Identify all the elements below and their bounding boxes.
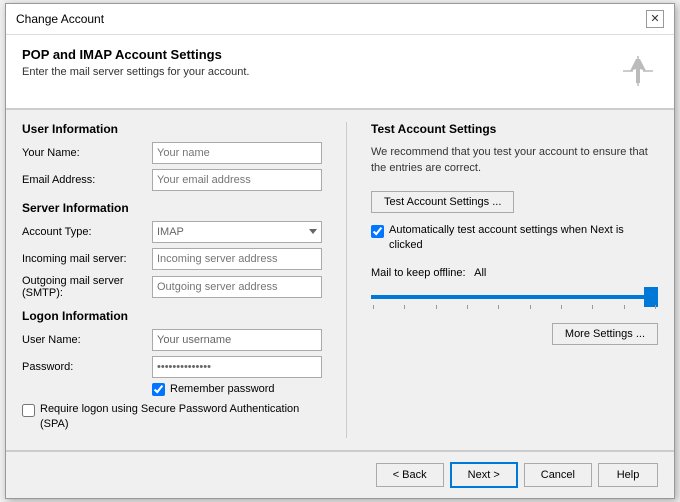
header-heading: POP and IMAP Account Settings	[22, 47, 249, 62]
tick-4	[467, 305, 468, 309]
next-button[interactable]: Next >	[450, 462, 518, 488]
header-section: POP and IMAP Account Settings Enter the …	[6, 35, 674, 109]
username-input[interactable]	[152, 329, 322, 351]
password-row: Password:	[22, 356, 322, 378]
slider-ticks	[371, 305, 658, 309]
tick-2	[404, 305, 405, 309]
slider-track	[371, 295, 658, 299]
remember-password-checkbox[interactable]	[152, 383, 165, 396]
right-panel: Test Account Settings We recommend that …	[371, 122, 658, 439]
user-info-title: User Information	[22, 122, 322, 136]
server-info-title: Server Information	[22, 201, 322, 215]
mail-offline-row: Mail to keep offline: All	[371, 267, 658, 279]
title-bar: Change Account ✕	[6, 4, 674, 35]
username-row: User Name:	[22, 329, 322, 351]
username-label: User Name:	[22, 334, 152, 346]
tick-10	[655, 305, 656, 309]
outgoing-server-label: Outgoing mail server (SMTP):	[22, 275, 152, 299]
tick-6	[530, 305, 531, 309]
close-button[interactable]: ✕	[646, 10, 664, 28]
logon-info-title: Logon Information	[22, 309, 322, 323]
account-type-row: Account Type: IMAP POP3	[22, 221, 322, 243]
remember-password-label: Remember password	[170, 383, 275, 395]
header-text: POP and IMAP Account Settings Enter the …	[22, 47, 249, 78]
test-desc: We recommend that you test your account …	[371, 144, 658, 177]
slider-thumb[interactable]	[644, 287, 658, 307]
footer: < Back Next > Cancel Help	[6, 451, 674, 498]
account-type-select[interactable]: IMAP POP3	[152, 221, 322, 243]
mail-offline-slider[interactable]	[371, 285, 658, 309]
your-name-row: Your Name:	[22, 142, 322, 164]
outgoing-server-row: Outgoing mail server (SMTP):	[22, 275, 322, 299]
require-spa-row: Require logon using Secure Password Auth…	[22, 402, 322, 433]
email-label: Email Address:	[22, 174, 152, 186]
vertical-divider	[346, 122, 347, 439]
tick-7	[561, 305, 562, 309]
dialog-title: Change Account	[16, 12, 104, 26]
test-section-title: Test Account Settings	[371, 122, 658, 136]
mail-offline-value: All	[474, 267, 486, 279]
test-account-settings-button[interactable]: Test Account Settings ...	[371, 191, 514, 213]
dialog-window: Change Account ✕ POP and IMAP Account Se…	[5, 3, 675, 500]
incoming-server-input[interactable]	[152, 248, 322, 270]
account-type-label: Account Type:	[22, 226, 152, 238]
incoming-server-row: Incoming mail server:	[22, 248, 322, 270]
more-settings-button[interactable]: More Settings ...	[552, 323, 658, 345]
password-label: Password:	[22, 361, 152, 373]
slider-fill	[371, 295, 658, 299]
auto-test-label: Automatically test account settings when…	[389, 223, 658, 254]
cancel-button[interactable]: Cancel	[524, 463, 592, 487]
mail-offline-label: Mail to keep offline:	[371, 267, 466, 279]
your-name-input[interactable]	[152, 142, 322, 164]
left-panel: User Information Your Name: Email Addres…	[22, 122, 322, 439]
your-name-label: Your Name:	[22, 147, 152, 159]
help-button[interactable]: Help	[598, 463, 658, 487]
tick-3	[436, 305, 437, 309]
email-input[interactable]	[152, 169, 322, 191]
email-row: Email Address:	[22, 169, 322, 191]
tick-8	[592, 305, 593, 309]
auto-test-row: Automatically test account settings when…	[371, 223, 658, 254]
password-input[interactable]	[152, 356, 322, 378]
require-spa-label: Require logon using Secure Password Auth…	[40, 402, 322, 433]
tick-1	[373, 305, 374, 309]
back-button[interactable]: < Back	[376, 463, 444, 487]
incoming-server-label: Incoming mail server:	[22, 253, 152, 265]
header-subtext: Enter the mail server settings for your …	[22, 66, 249, 78]
main-content: User Information Your Name: Email Addres…	[6, 110, 674, 451]
mail-settings-icon	[618, 51, 658, 96]
tick-9	[624, 305, 625, 309]
tick-5	[498, 305, 499, 309]
auto-test-checkbox[interactable]	[371, 225, 384, 238]
remember-password-row: Remember password	[22, 383, 322, 396]
outgoing-server-input[interactable]	[152, 276, 322, 298]
require-spa-checkbox[interactable]	[22, 404, 35, 417]
